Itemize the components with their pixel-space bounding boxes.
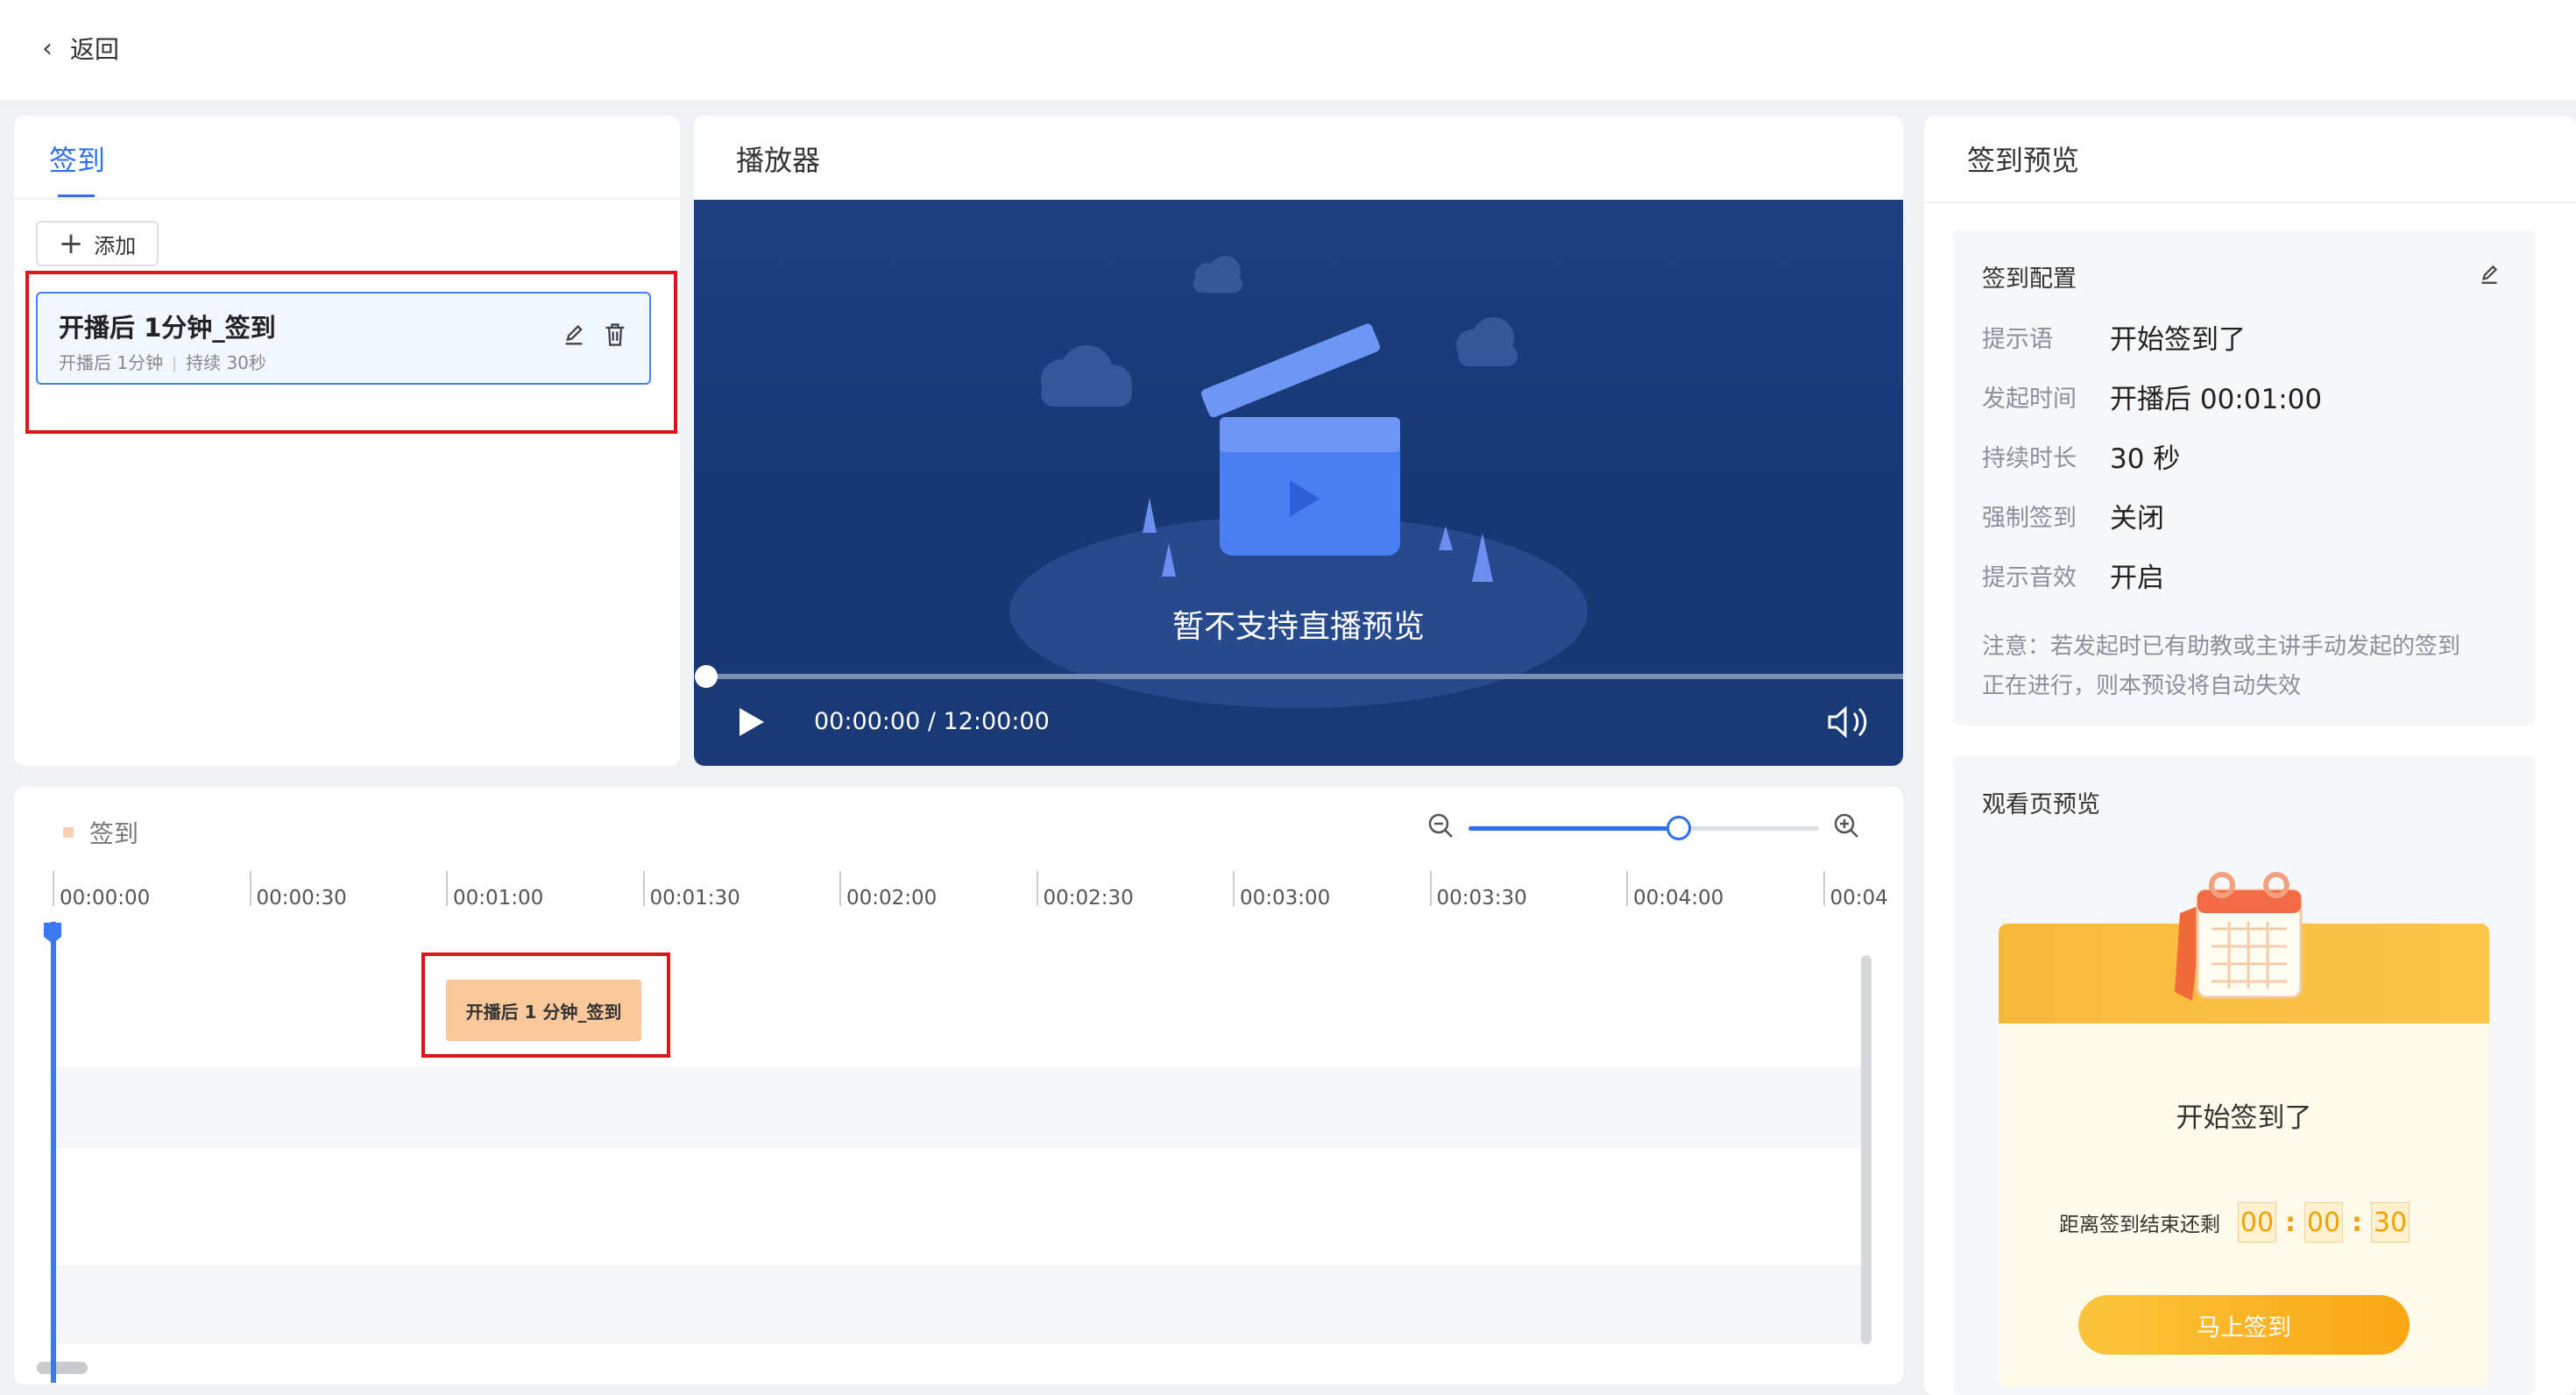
horizontal-scrollbar[interactable] [37,1362,88,1374]
checkin-now-button[interactable]: 马上签到 [2078,1295,2410,1355]
countdown-colon: : [2285,1207,2296,1238]
config-label: 持续时长 [1982,444,2077,472]
chevron-left-icon: ‹ [42,32,53,64]
item-title: 开播后 1分钟_签到 [59,313,276,343]
config-value: 开启 [2110,562,2164,594]
countdown-hours: 00 [2238,1202,2276,1243]
config-row-forced: 强制签到 关闭 [1982,494,2164,536]
countdown-seconds: 30 [2371,1202,2410,1243]
progress-knob[interactable] [695,665,718,688]
timeline-tick-label: 00:02:30 [1043,887,1134,910]
timeline-tick-label: 00:04:00 [1633,887,1724,910]
timeline-tick [1822,871,1825,906]
legend-swatch [63,827,74,838]
watch-preview-title: 观看页预览 [1982,791,2100,818]
config-row-start-time: 发起时间 开播后 00:01:00 [1982,375,2322,417]
no-live-illustration [1009,256,1588,708]
volume-icon[interactable] [1826,705,1868,740]
zoom-slider-fill [1468,826,1679,831]
edit-icon[interactable] [562,323,586,348]
config-label: 提示语 [1982,325,2053,353]
tab-divider [14,198,680,200]
plus-icon: + [58,226,84,261]
config-row-prompt: 提示语 开始签到了 [1982,315,2246,358]
calendar-icon [2175,872,2303,1001]
zoom-in-icon[interactable] [1832,811,1860,839]
timeline-tick-label: 00:01:30 [649,887,740,910]
timeline-tick [1233,871,1235,906]
player-title: 播放器 [736,144,821,177]
config-label: 提示音效 [1982,563,2077,591]
config-label: 强制签到 [1982,504,2077,532]
divider [173,356,176,372]
timeline-tick-label: 00:00:00 [60,887,151,910]
playhead-handle-icon[interactable] [43,922,62,945]
notice-line: 注意：若发起时已有助教或主讲手动发起的签到 [1982,634,2461,660]
top-bar [0,0,2576,100]
countdown-minutes: 00 [2304,1202,2343,1243]
config-row-duration: 持续时长 30 秒 [1982,435,2180,477]
timeline-tick [839,871,841,906]
video-area[interactable]: 暂不支持直播预览 00:00:00 / 12:00:00 [694,200,1903,766]
timeline-tick-label: 00:04 [1829,887,1888,910]
timeline-tick [249,871,251,906]
delete-icon[interactable] [603,322,627,348]
config-value: 关闭 [2110,502,2164,535]
item-start: 开播后 1分钟 [59,352,164,373]
config-value: 30 秒 [2110,443,2181,475]
timeline-tick-label: 00:00:30 [256,887,347,910]
tab-checkin[interactable]: 签到 [49,138,105,179]
config-title: 签到配置 [1982,266,2077,293]
timeline-tick-label: 00:03:00 [1240,887,1331,910]
timeline-track [54,1067,1868,1148]
play-icon[interactable] [736,705,768,740]
timeline-legend: 签到 [63,815,138,850]
countdown-label: 距离签到结束还剩 [2059,1214,2220,1236]
config-label: 发起时间 [1982,385,2077,413]
no-live-message: 暂不支持直播预览 [1171,609,1425,645]
preview-title: 签到预览 [1967,144,2080,177]
notice-line: 正在进行，则本预设将自动失效 [1982,673,2302,699]
timeline-tick-label: 00:01:00 [453,887,544,910]
legend-label: 签到 [89,819,139,848]
video-progress-bar[interactable] [706,674,1903,679]
timeline-event-block[interactable]: 开播后 1 分钟_签到 [446,980,641,1041]
config-value: 开播后 00:01:00 [2110,383,2323,415]
checkin-list-panel [14,116,680,766]
timeline-tick [642,871,645,906]
countdown-colon: : [2352,1207,2362,1238]
add-button[interactable]: + 添加 [36,221,159,266]
item-meta: 开播后 1分钟 持续 30秒 [59,349,266,374]
zoom-slider-handle[interactable] [1667,816,1691,840]
timeline-tick [53,871,54,906]
timeline-tick-label: 00:03:30 [1436,887,1527,910]
tab-underline [58,195,95,197]
timeline-tick-label: 00:02:00 [846,887,938,910]
add-label: 添加 [94,233,137,258]
zoom-out-icon[interactable] [1426,811,1454,839]
vertical-scrollbar[interactable] [1861,955,1872,1344]
back-label: 返回 [70,35,120,64]
checkin-list-item[interactable]: 开播后 1分钟_签到 开播后 1分钟 持续 30秒 [36,292,651,385]
start-checkin-text: 开始签到了 [2176,1102,2312,1134]
timeline-tick [1036,871,1038,906]
config-value: 开始签到了 [2110,323,2246,356]
countdown: 距离签到结束还剩 00 : 00 : 30 [2059,1202,2415,1243]
timeline-track [54,953,1868,1067]
config-notice: 注意：若发起时已有助教或主讲手动发起的签到 正在进行，则本预设将自动失效 [1982,627,2508,706]
timeline-tick [1626,871,1628,906]
back-button[interactable]: ‹ 返回 [42,30,119,67]
edit-config-icon[interactable] [2478,263,2501,286]
timeline-track [54,1265,1868,1344]
timeline-track [54,1148,1868,1265]
divider [1924,202,2576,203]
time-display: 00:00:00 / 12:00:00 [814,708,1050,735]
timeline-tick [446,871,448,906]
config-row-sound: 提示音效 开启 [1982,554,2164,596]
item-duration: 持续 30秒 [186,352,266,373]
timeline-tick [1429,871,1432,906]
playhead[interactable] [51,922,56,1383]
